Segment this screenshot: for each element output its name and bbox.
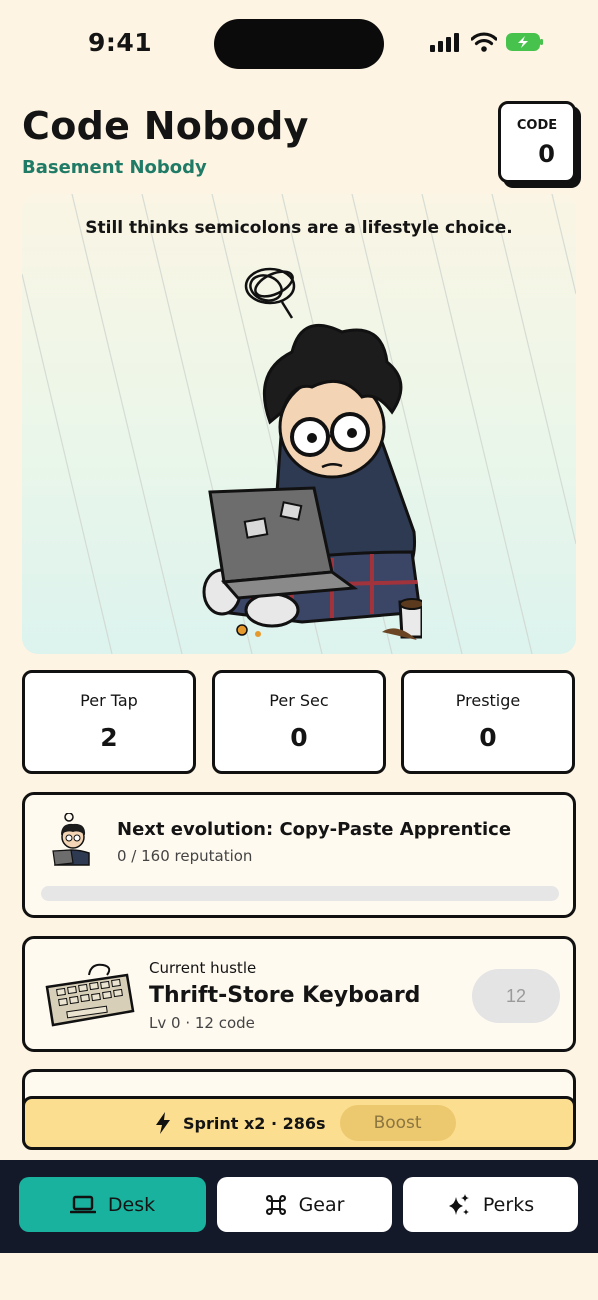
coder-thumbnail-icon	[52, 813, 90, 866]
tab-perks[interactable]: Perks	[403, 1177, 578, 1232]
code-counter-label: CODE	[516, 118, 558, 133]
stat-per-sec: Per Sec 0	[212, 670, 386, 774]
coder-quote: Still thinks semicolons are a lifestyle …	[85, 218, 513, 238]
sparkles-icon	[448, 1193, 469, 1215]
cellular-signal-icon	[430, 33, 459, 52]
stat-value: 0	[479, 723, 497, 752]
tab-perks-label: Perks	[482, 1193, 535, 1216]
tab-desk[interactable]: Desk	[19, 1177, 206, 1232]
code-counter-card: CODE 0	[498, 101, 576, 183]
stat-value: 2	[100, 723, 118, 752]
sprint-bar: Sprint x2 · 286s Boost	[22, 1096, 576, 1150]
battery-charging-icon	[506, 33, 543, 51]
keyboard-icon	[45, 963, 135, 1027]
reputation-progress-bar	[41, 886, 559, 901]
current-hustle-card: Current hustle Thrift-Store Keyboard Lv …	[22, 936, 576, 1052]
boost-button[interactable]: Boost	[339, 1105, 456, 1141]
tab-gear[interactable]: Gear	[217, 1177, 392, 1232]
stat-label: Prestige	[455, 691, 521, 710]
tab-gear-label: Gear	[298, 1193, 345, 1216]
dynamic-island	[214, 19, 384, 69]
laptop-icon	[69, 1195, 96, 1213]
command-icon	[265, 1194, 286, 1215]
coder-tap-area[interactable]: Still thinks semicolons are a lifestyle …	[22, 194, 576, 654]
hustle-kicker: Current hustle	[149, 959, 257, 977]
lightning-icon	[156, 1112, 170, 1134]
stat-value: 0	[290, 723, 308, 752]
status-bar: 9:41	[0, 0, 598, 90]
coder-character-illustration	[202, 267, 422, 640]
next-evolution-card: Next evolution: Copy-Paste Apprentice 0 …	[22, 792, 576, 918]
page-title: Code Nobody	[22, 104, 309, 148]
status-time: 9:41	[88, 28, 153, 57]
stat-label: Per Sec	[269, 691, 329, 710]
stat-label: Per Tap	[80, 691, 138, 710]
wifi-icon	[471, 32, 497, 52]
next-evolution-title: Next evolution: Copy-Paste Apprentice	[117, 819, 512, 840]
hustle-name: Thrift-Store Keyboard	[149, 983, 421, 1008]
tab-desk-label: Desk	[107, 1193, 156, 1216]
hustle-meta: Lv 0 · 12 code	[149, 1014, 255, 1032]
rank-subtitle: Basement Nobody	[22, 157, 207, 178]
stat-prestige: Prestige 0	[401, 670, 575, 774]
reputation-progress-text: 0 / 160 reputation	[117, 847, 253, 865]
buy-hustle-button[interactable]: 12	[472, 969, 560, 1023]
code-counter-value: 0	[538, 140, 555, 168]
bottom-tab-bar: Desk Gear Perks	[0, 1160, 598, 1253]
sprint-status-text: Sprint x2 · 286s	[183, 1113, 326, 1133]
status-icons	[430, 32, 544, 52]
stat-per-tap: Per Tap 2	[22, 670, 196, 774]
